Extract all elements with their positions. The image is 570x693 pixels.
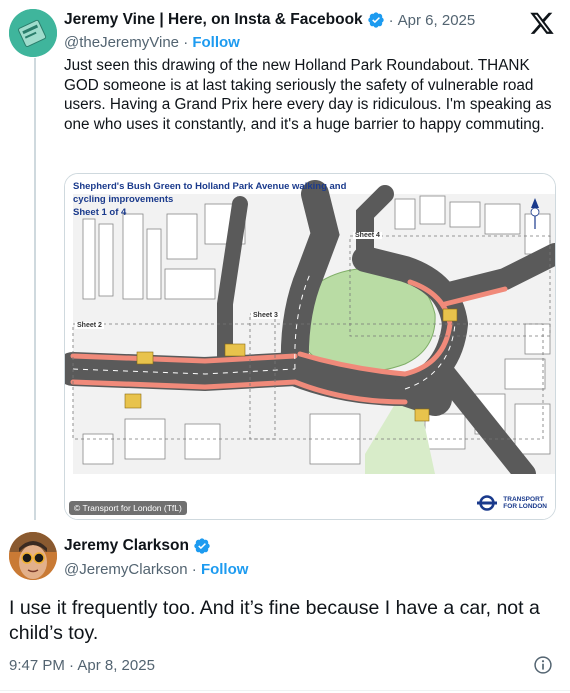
sheet-label: Sheet 2 bbox=[75, 322, 104, 329]
follow-button[interactable]: Follow bbox=[201, 561, 249, 578]
info-icon[interactable] bbox=[533, 655, 553, 675]
author-handle[interactable]: @JeremyClarkson bbox=[64, 561, 188, 578]
follow-button[interactable]: Follow bbox=[192, 34, 240, 51]
avatar[interactable] bbox=[9, 9, 57, 57]
roundabout-plan-drawing bbox=[65, 174, 555, 519]
author-handle-row: @theJeremyVine · Follow bbox=[64, 34, 240, 51]
post-timestamp[interactable]: 9:47 PM · Apr 8, 2025 bbox=[9, 657, 155, 674]
separator-dot: · bbox=[388, 11, 394, 29]
author-name[interactable]: Jeremy Clarkson bbox=[64, 537, 189, 555]
map-title: Shepherd's Bush Green to Holland Park Av… bbox=[73, 181, 347, 218]
thread-connector bbox=[34, 58, 36, 520]
author-handle[interactable]: @theJeremyVine bbox=[64, 34, 179, 51]
author-handle-row: @JeremyClarkson · Follow bbox=[64, 561, 249, 578]
map-sheet-number: Sheet 1 of 4 bbox=[73, 207, 127, 218]
author-header: Jeremy Vine | Here, on Insta & Facebook … bbox=[64, 10, 475, 30]
tweet-text: I use it frequently too. And it’s fine b… bbox=[9, 597, 540, 644]
verified-badge-icon bbox=[194, 538, 210, 554]
post-date[interactable]: Apr 6, 2025 bbox=[398, 12, 476, 29]
quoted-tweet: Jeremy Vine | Here, on Insta & Facebook … bbox=[0, 0, 570, 525]
tfl-logo: TRANSPORT FOR LONDON bbox=[476, 495, 547, 511]
tweet-media-image[interactable]: Shepherd's Bush Green to Holland Park Av… bbox=[64, 173, 556, 520]
tweet-text: Just seen this drawing of the new Hollan… bbox=[64, 57, 552, 133]
author-name[interactable]: Jeremy Vine | Here, on Insta & Facebook bbox=[64, 11, 363, 29]
author-header: Jeremy Clarkson bbox=[64, 537, 211, 555]
avatar[interactable] bbox=[9, 532, 57, 580]
divider bbox=[0, 690, 570, 691]
image-credit: © Transport for London (TfL) bbox=[69, 501, 187, 515]
tfl-roundel-icon bbox=[477, 495, 498, 511]
sheet-label: Sheet 3 bbox=[251, 312, 280, 319]
verified-badge-icon bbox=[367, 12, 384, 28]
sheet-label: Sheet 4 bbox=[353, 232, 382, 239]
